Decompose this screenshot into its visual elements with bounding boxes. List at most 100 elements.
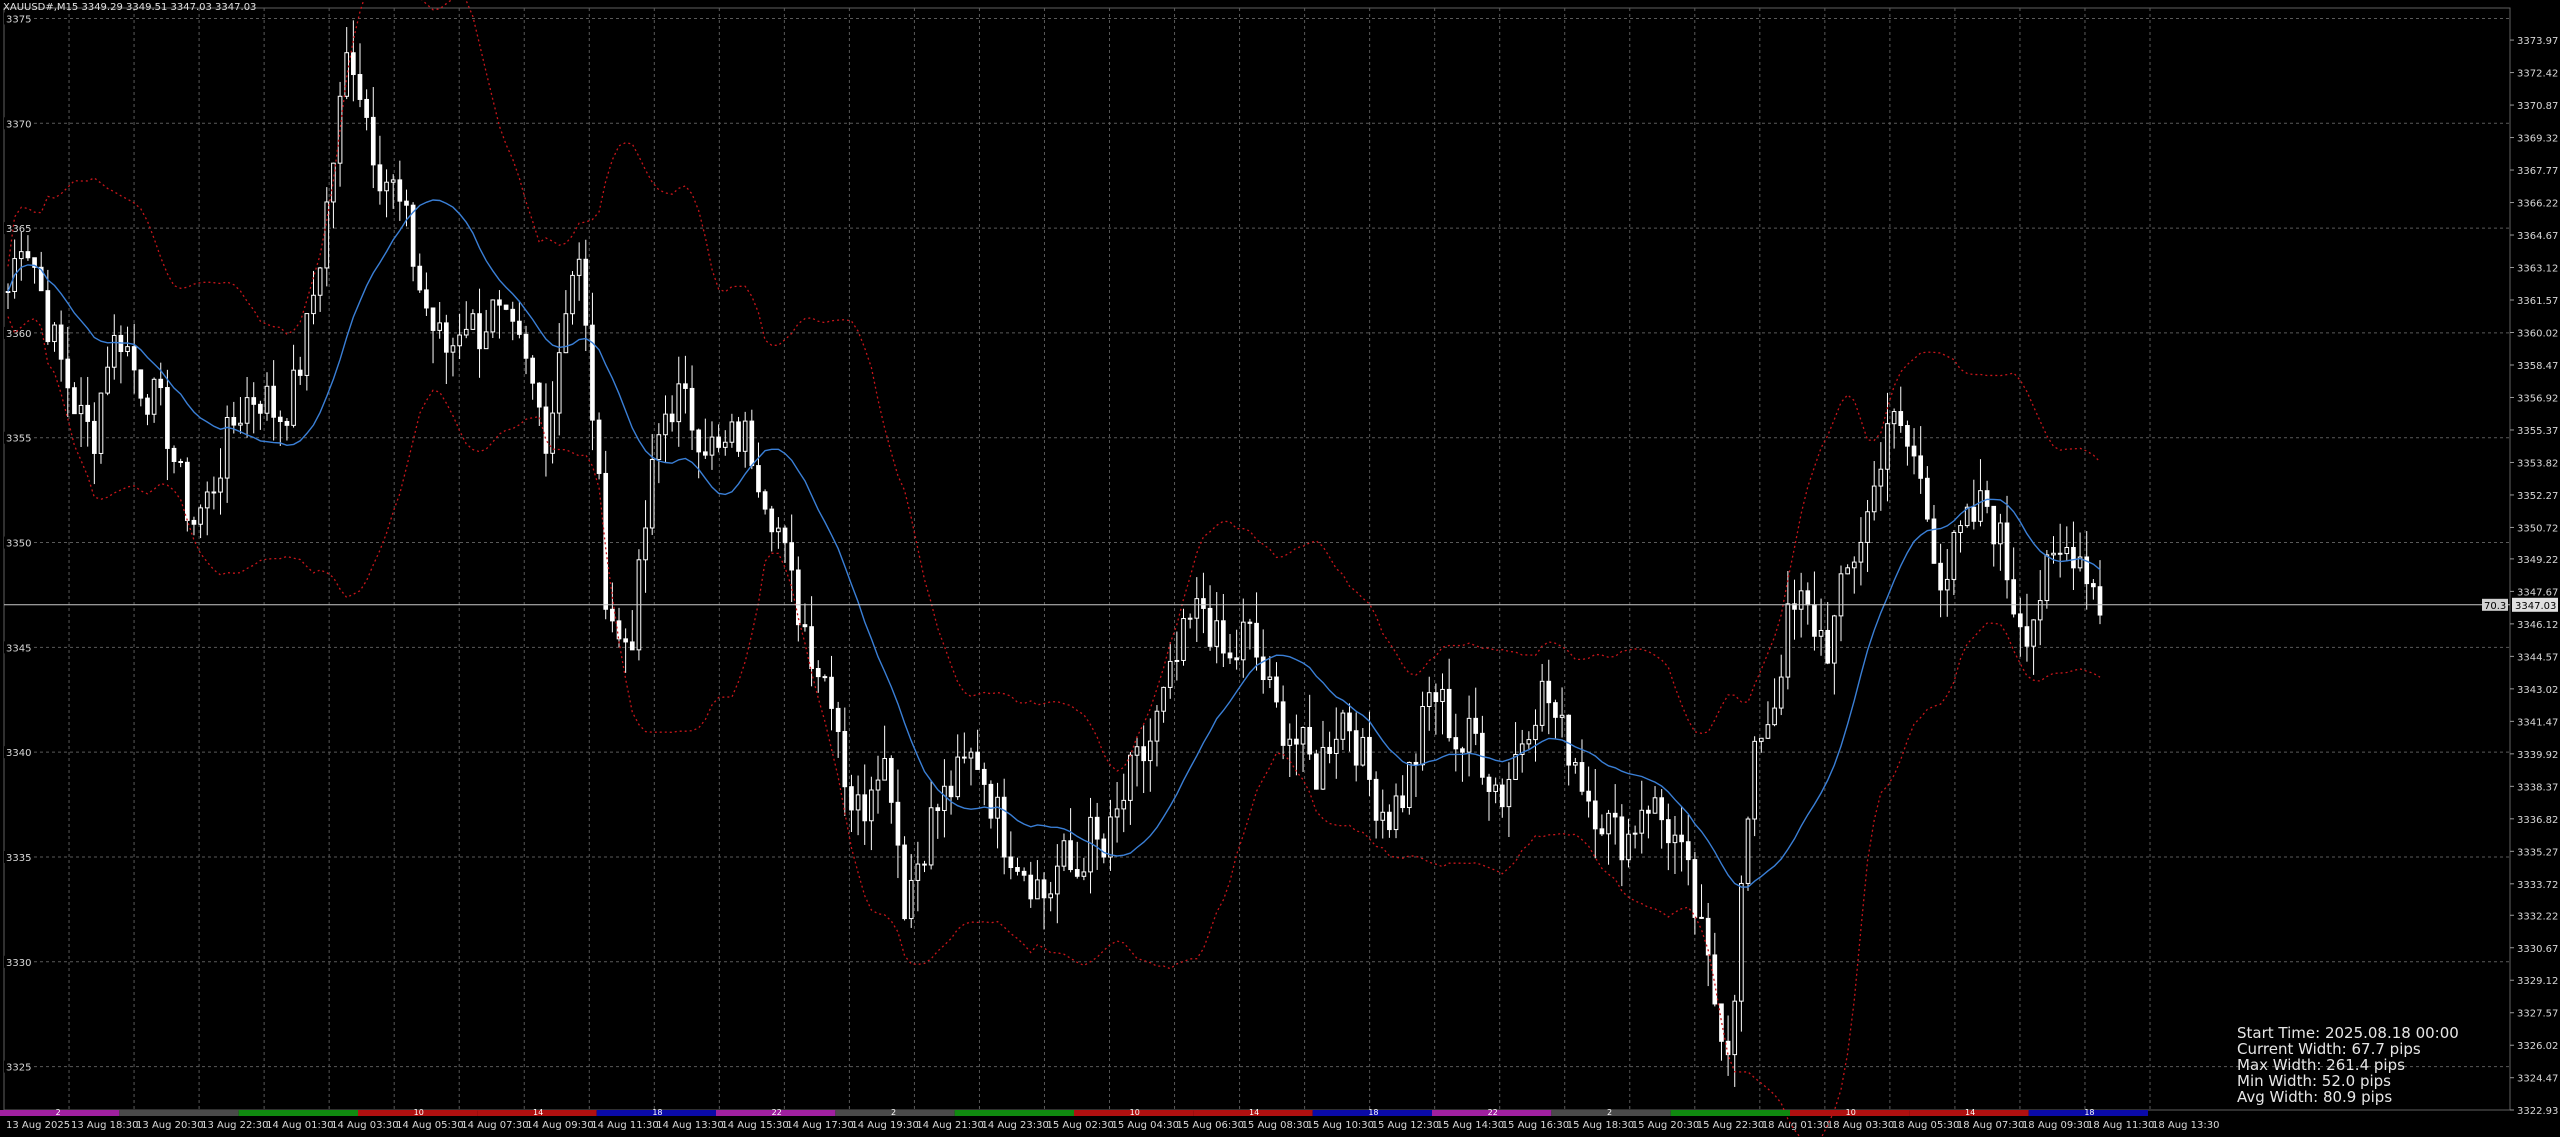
time-label: 14 Aug 11:30 (591, 1120, 658, 1131)
candle-body (590, 324, 595, 421)
candle-body (1274, 676, 1279, 703)
candle-body (52, 324, 57, 343)
right-price-label: 3373.97 (2517, 36, 2558, 47)
candle-body (928, 807, 934, 866)
left-price-label: 3330 (6, 958, 31, 969)
candle-body (955, 756, 961, 798)
time-label: 14 Aug 21:30 (916, 1120, 983, 1131)
candle-body (789, 542, 794, 571)
candle-body (1911, 445, 1917, 457)
candle-body (211, 491, 217, 494)
time-label: 13 Aug 22:30 (201, 1120, 268, 1131)
candle-body (2057, 552, 2063, 555)
left-price-label: 3355 (6, 434, 31, 445)
candle-body (1426, 692, 1432, 708)
time-label: 15 Aug 20:30 (1632, 1120, 1699, 1131)
candle-body (138, 369, 144, 399)
candle-body (1214, 620, 1220, 647)
time-label: 14 Aug 15:30 (721, 1120, 788, 1131)
candle-body (404, 200, 409, 206)
candle-body (1194, 598, 1200, 619)
candle-body (1453, 737, 1459, 750)
session-label: 18 (2084, 1108, 2094, 1117)
session-label: 14 (533, 1108, 543, 1117)
candle-body (1048, 893, 1054, 899)
candle-body (1061, 840, 1067, 867)
left-price-label: 3365 (6, 224, 31, 235)
candle-body (802, 624, 808, 628)
right-price-label: 3347.67 (2517, 587, 2558, 598)
session-label: 2 (56, 1108, 61, 1117)
candle-body (1201, 598, 1206, 609)
candle-body (882, 758, 887, 781)
candle-body (2004, 522, 2010, 581)
candle-body (1141, 746, 1146, 762)
candle-body (815, 667, 821, 678)
candle-body (776, 527, 781, 533)
candle-body (384, 181, 389, 192)
candle-body (1798, 590, 1804, 610)
left-price-label: 3375 (6, 14, 31, 25)
candle-body (1147, 740, 1153, 762)
candle-body (1672, 834, 1678, 844)
right-price-label: 3336.82 (2517, 815, 2558, 826)
session-label: 10 (1846, 1108, 1856, 1117)
session-label: 22 (1488, 1108, 1498, 1117)
candle-body (1898, 411, 1904, 426)
time-label: 13 Aug 20:30 (136, 1120, 203, 1131)
candle-body (1320, 746, 1326, 790)
lower-band-line (7, 316, 2101, 1137)
width-info-panel: Start Time: 2025.08.18 00:00 Current Wid… (2237, 1025, 2459, 1105)
candle-body (1287, 738, 1293, 746)
candle-body (1871, 485, 1877, 513)
candle-body (583, 258, 589, 326)
time-label: 18 Aug 03:30 (1827, 1120, 1894, 1131)
candle-body (1280, 701, 1286, 746)
candle-body (683, 383, 688, 389)
start-time-label: Start Time: 2025.08.18 00:00 (2237, 1024, 2459, 1042)
candle-body (1373, 778, 1379, 821)
candle-body (1021, 870, 1027, 876)
candle-body (942, 785, 947, 812)
candle-body (1406, 761, 1412, 809)
candle-body (277, 416, 283, 423)
candle-body (1440, 688, 1445, 703)
candle-body (762, 491, 768, 510)
candle-body (1221, 620, 1226, 654)
candle-body (364, 98, 369, 118)
candle-body (1533, 724, 1538, 741)
candle-body (1606, 812, 1611, 835)
candle-body (1486, 776, 1492, 792)
candle-body (1998, 522, 2003, 545)
candle-body (1460, 748, 1465, 753)
candle-body (1161, 686, 1166, 712)
time-label: 14 Aug 09:30 (526, 1120, 593, 1131)
candle-body (709, 436, 715, 456)
session-segment (238, 1110, 358, 1116)
candle-body (1925, 477, 1930, 520)
candle-body (1360, 736, 1366, 766)
candle-body (443, 322, 449, 353)
candle-body (1971, 506, 1977, 522)
candle-body (2037, 600, 2043, 621)
candle-body (304, 313, 310, 376)
candle-body (1646, 809, 1651, 814)
candle-body (643, 527, 648, 561)
candle-body (849, 786, 854, 811)
right-price-label: 3355.37 (2517, 426, 2558, 437)
left-price-label: 3360 (6, 329, 31, 340)
candle-body (1546, 680, 1552, 704)
candle-body (1240, 621, 1246, 661)
session-segment (1670, 1110, 1790, 1116)
candle-body (1068, 840, 1073, 871)
candle-body (1493, 784, 1498, 792)
price-chart[interactable]: 3375 3370 3365 3360 3355 3350 3345 3340 3335 3330… (0, 0, 2560, 1137)
candle-body (1938, 562, 1943, 591)
candle-body (975, 751, 980, 770)
candle-body (649, 459, 655, 529)
candle-body (1984, 490, 1990, 507)
candle-body (191, 519, 197, 525)
right-price-label: 3358.47 (2517, 361, 2558, 372)
candle-body (962, 756, 967, 759)
candle-body (1685, 841, 1691, 861)
